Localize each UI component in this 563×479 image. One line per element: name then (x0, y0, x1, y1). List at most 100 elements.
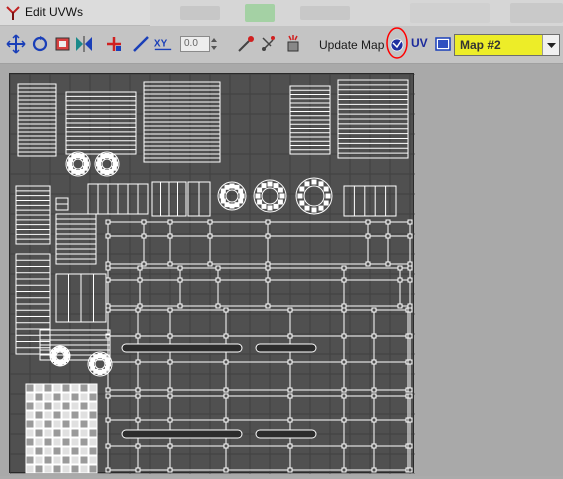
uv-ring-island (217, 181, 247, 211)
uv-vertex (215, 265, 221, 271)
uv-vertex (341, 393, 347, 399)
mirror-icon[interactable] (74, 34, 94, 54)
uv-vertex (135, 467, 141, 473)
uv-ring-island (49, 345, 71, 367)
uv-canvas[interactable] (9, 73, 415, 475)
show-map-icon[interactable] (433, 34, 453, 54)
uv-vertex (277, 187, 283, 193)
update-map-icon[interactable] (385, 26, 409, 62)
uv-vertex (341, 417, 347, 423)
uv-vertex (141, 219, 147, 225)
uv-vertex (397, 277, 403, 283)
uv-vertex (220, 198, 226, 204)
uv-checker-cell (25, 446, 35, 456)
uv-vertex (223, 467, 229, 473)
spinner-field[interactable]: 0.0 (180, 36, 210, 52)
uv-vertex (341, 359, 347, 365)
uv-island (87, 183, 149, 215)
uv-vertex (255, 193, 261, 199)
uv-checker-cell (88, 419, 98, 429)
uv-vertex (224, 184, 230, 190)
uv-vertex (238, 188, 244, 194)
pick-texture-icon[interactable] (236, 34, 256, 54)
uv-checker-cell (52, 446, 62, 456)
uv-checker-cell (88, 392, 98, 402)
uv-checker-cell (52, 401, 62, 411)
uv-checker-cell (70, 455, 80, 465)
uv-vertex (96, 161, 101, 167)
uv-vertex (105, 265, 111, 271)
uv-vertex (407, 359, 413, 365)
xy-coords-icon[interactable]: XY (153, 34, 173, 54)
uv-vertex (407, 233, 413, 239)
map-dropdown[interactable]: Map #2 (454, 34, 560, 56)
uv-checker-cell (52, 464, 62, 474)
uv-panel-island (105, 219, 413, 267)
uv-vertex (223, 387, 229, 393)
uv-vertex (177, 265, 183, 271)
uv-checker-cell (61, 437, 71, 447)
uv-vertex (407, 417, 413, 423)
uv-vertex (371, 443, 377, 449)
uv-vertex (311, 179, 317, 185)
uv-vertex (223, 333, 229, 339)
uv-vertex (265, 261, 271, 267)
uv-slot-group (121, 343, 317, 439)
uv-vertex (106, 361, 111, 367)
uv-island (55, 197, 69, 211)
dropdown-arrow[interactable] (542, 35, 559, 55)
uv-island (15, 253, 51, 355)
uv-vertex (68, 165, 74, 171)
paint-select-icon[interactable] (259, 34, 279, 54)
uv-vertex (105, 307, 111, 313)
uv-checker-cell (25, 383, 35, 393)
uv-checker-cell (79, 446, 89, 456)
uv-checker-cell (34, 410, 44, 420)
uv-vertex (63, 350, 69, 355)
uv-vertex (299, 186, 305, 192)
uv-checker-cell (79, 392, 89, 402)
spinner-arrows-icon[interactable] (210, 36, 218, 52)
scale-icon[interactable] (53, 34, 73, 54)
uv-edge (72, 158, 84, 170)
uv-vertex (82, 157, 88, 163)
uv-checker-cell (79, 437, 89, 447)
uv-checker-cell (34, 455, 44, 465)
title-bar[interactable]: Edit UVWs (0, 0, 563, 26)
select-element-icon[interactable] (283, 34, 303, 54)
uv-panel-island (105, 265, 413, 309)
update-map-label[interactable]: Update Map (319, 38, 384, 52)
uv-checker-cell (70, 419, 80, 429)
uv-vertex (100, 154, 106, 160)
freeform-icon[interactable] (104, 34, 124, 54)
uv-vertex (287, 443, 293, 449)
uv-vertex (407, 393, 413, 399)
uv-checker-cell (70, 383, 80, 393)
uv-vertex (75, 170, 81, 175)
weld-icon[interactable] (131, 34, 151, 54)
uv-vertex (371, 393, 377, 399)
uv-vertex (229, 203, 235, 209)
uv-vertex (265, 219, 271, 225)
uv-vertex (287, 417, 293, 423)
uv-vertex (299, 200, 305, 206)
uv-vertex (311, 207, 317, 213)
uv-vertex (371, 417, 377, 423)
uv-checker-cell (88, 455, 98, 465)
uv-vertex (141, 233, 147, 239)
uv-vertex (341, 443, 347, 449)
uv-checker-cell (70, 392, 80, 402)
uv-vertex (137, 265, 143, 271)
uv-checker-cell (43, 419, 53, 429)
move-icon[interactable] (6, 34, 26, 54)
uv-island (39, 329, 111, 361)
uv-vertex (287, 393, 293, 399)
rotate-icon[interactable] (30, 34, 50, 54)
uv-checker-cell (52, 428, 62, 438)
uv-ring-island (87, 351, 113, 377)
uv-vertex (167, 417, 173, 423)
uv-vertex (101, 368, 107, 374)
uv-vertex (105, 387, 111, 393)
uv-label[interactable]: UV (411, 36, 428, 50)
svg-text:XY: XY (154, 39, 168, 50)
